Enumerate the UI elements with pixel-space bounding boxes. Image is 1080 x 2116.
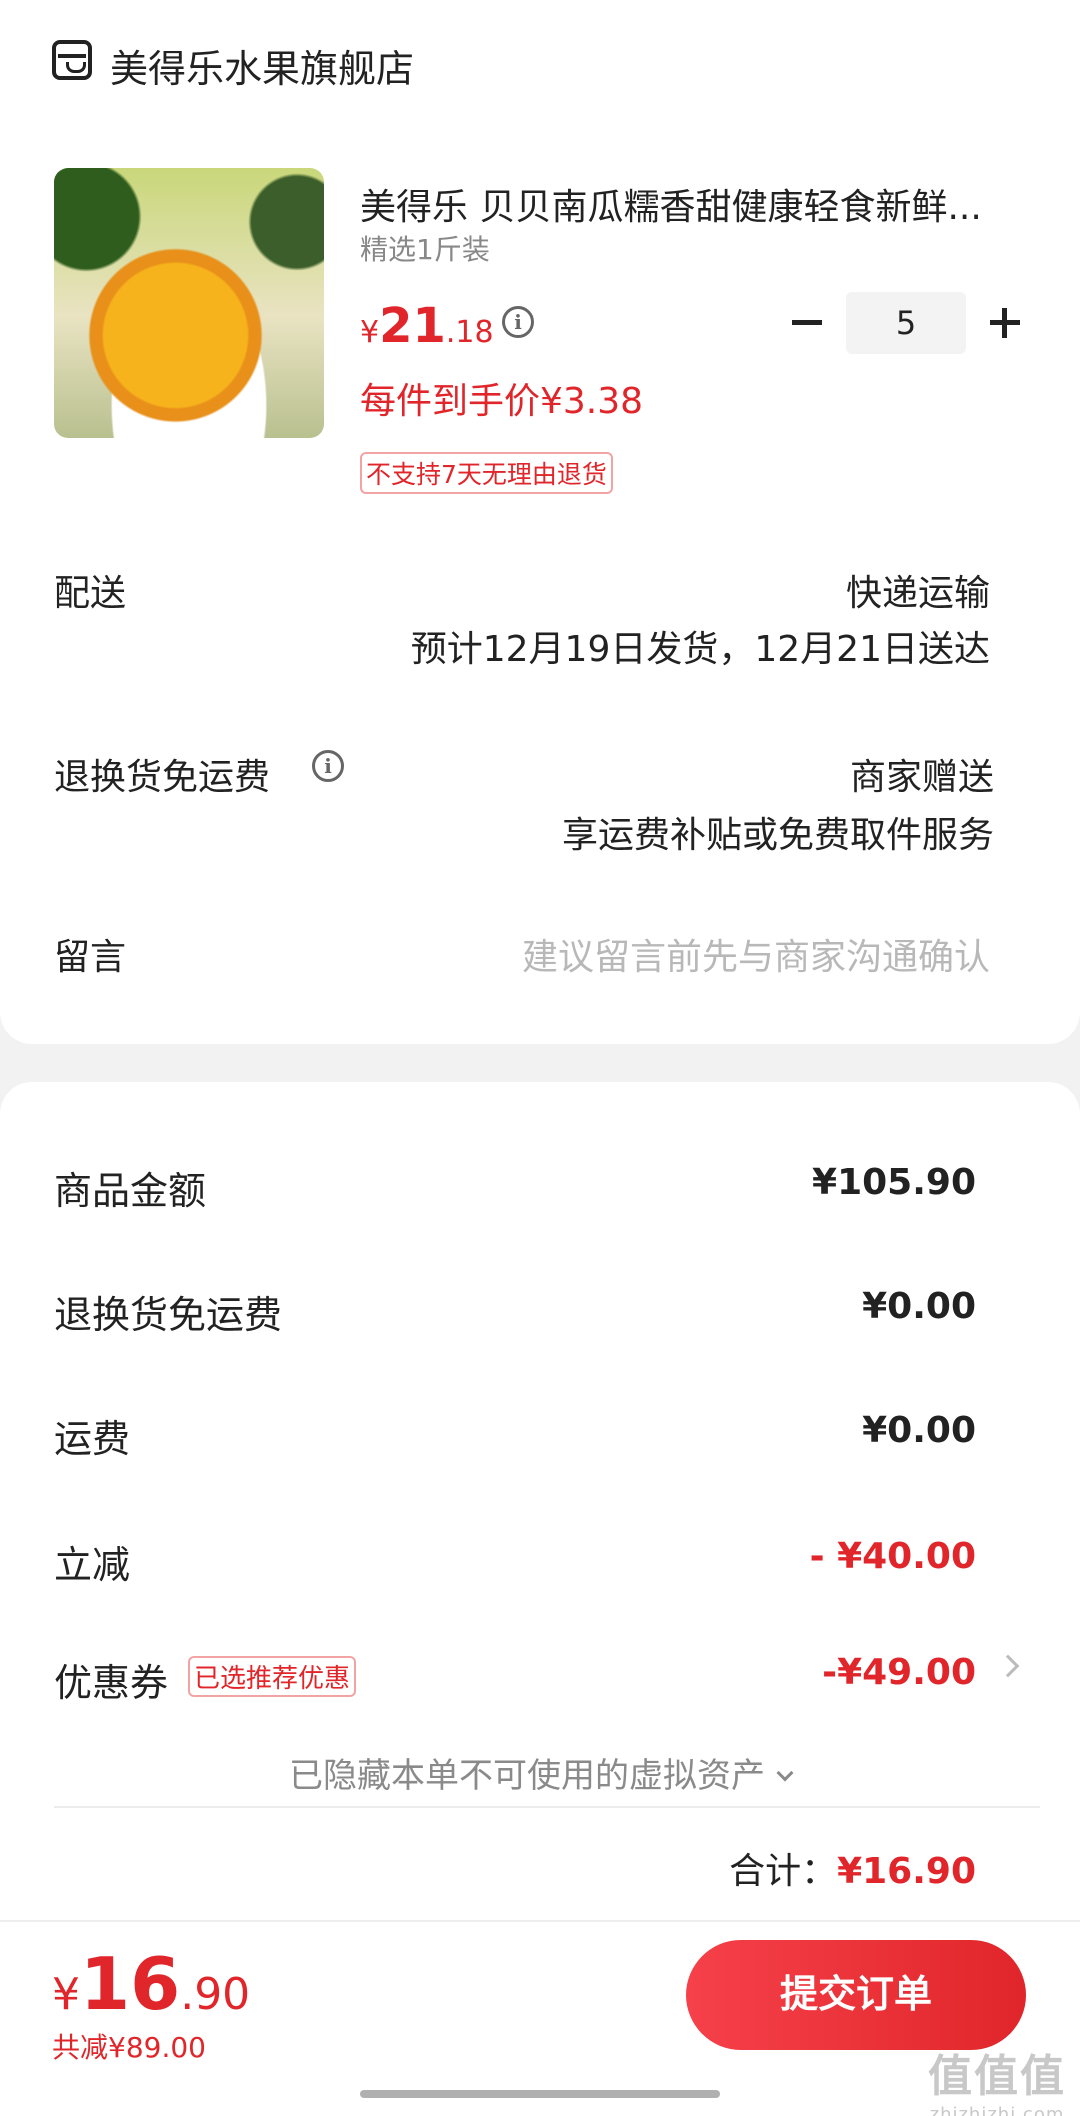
product-price: ¥21.18: [360, 298, 494, 354]
product-spec: 精选1斤装: [360, 233, 490, 266]
return-fee-value: ¥0.00: [862, 1286, 976, 1327]
per-item-price: 每件到手价¥3.38: [360, 381, 644, 422]
delivery-label: 配送: [54, 573, 127, 614]
return-shipping-label: 退换货免运费: [54, 757, 271, 798]
discount-value: - ¥40.00: [809, 1536, 976, 1577]
delivery-method[interactable]: 快递运输: [846, 564, 990, 616]
price-currency: ¥: [360, 315, 380, 350]
total-value: ¥16.90: [837, 1851, 976, 1892]
submit-order-button[interactable]: 提交订单: [686, 1940, 1026, 2050]
total-row: 合计：¥16.90: [729, 1842, 976, 1894]
price-decimal: .18: [445, 315, 494, 350]
delivery-eta: 预计12月19日发货，12月21日送达: [410, 629, 990, 670]
pay-amount: ¥16.90: [52, 1942, 250, 2026]
message-input[interactable]: 建议留言前先与商家沟通确认: [522, 928, 990, 980]
hidden-assets-text: 已隐藏本单不可使用的虚拟资产: [289, 1756, 765, 1796]
watermark-domain: zhizhizhi.com: [929, 2104, 1065, 2116]
chevron-down-icon: [776, 1764, 794, 1782]
goods-amount-label: 商品金额: [54, 1169, 207, 1213]
no-return-badge: 不支持7天无理由退货: [360, 452, 613, 494]
store-name[interactable]: 美得乐水果旗舰店: [110, 38, 414, 93]
quantity-decrease-button[interactable]: [790, 306, 824, 340]
goods-amount-value: ¥105.90: [812, 1162, 976, 1203]
shipping-fee-value: ¥0.00: [862, 1410, 976, 1451]
price-info-icon[interactable]: i: [502, 306, 534, 338]
pay-currency: ¥: [52, 1969, 80, 2020]
watermark-logo: 值值值 zhizhizhi.com: [928, 2040, 1066, 2116]
pay-decimal: .90: [180, 1969, 251, 2020]
return-shipping-desc: 享运费补贴或免费取件服务: [561, 815, 994, 856]
coupon-label[interactable]: 优惠券: [54, 1652, 168, 1707]
product-title[interactable]: 美得乐 贝贝南瓜糯香甜健康轻食新鲜...: [360, 178, 1030, 230]
coupon-recommended-tag: 已选推荐优惠: [188, 1656, 357, 1697]
message-label: 留言: [54, 937, 127, 978]
price-integer: 21: [379, 298, 446, 354]
product-image[interactable]: [54, 168, 324, 438]
quantity-increase-button[interactable]: [988, 306, 1022, 340]
hidden-assets-toggle[interactable]: 已隐藏本单不可使用的虚拟资产: [0, 1748, 1080, 1797]
watermark-text: 值值值: [928, 2051, 1066, 2102]
divider: [54, 1806, 1040, 1808]
pay-integer: 16: [80, 1942, 181, 2026]
return-shipping-info-icon[interactable]: i: [312, 750, 344, 782]
coupon-value[interactable]: -¥49.00: [822, 1652, 976, 1693]
total-saved: 共减¥89.00: [52, 2031, 206, 2064]
total-label: 合计：: [729, 1851, 838, 1892]
return-fee-label: 退换货免运费: [54, 1293, 283, 1337]
shipping-fee-label: 运费: [54, 1417, 131, 1461]
discount-label: 立减: [54, 1543, 131, 1587]
quantity-input[interactable]: 5: [846, 292, 966, 354]
order-item-card: 美得乐水果旗舰店 美得乐 贝贝南瓜糯香甜健康轻食新鲜... 精选1斤装 ¥21.…: [0, 0, 1080, 1044]
return-shipping-value: 商家赠送: [849, 757, 994, 798]
store-icon: [52, 40, 92, 80]
home-indicator[interactable]: [360, 2090, 720, 2098]
